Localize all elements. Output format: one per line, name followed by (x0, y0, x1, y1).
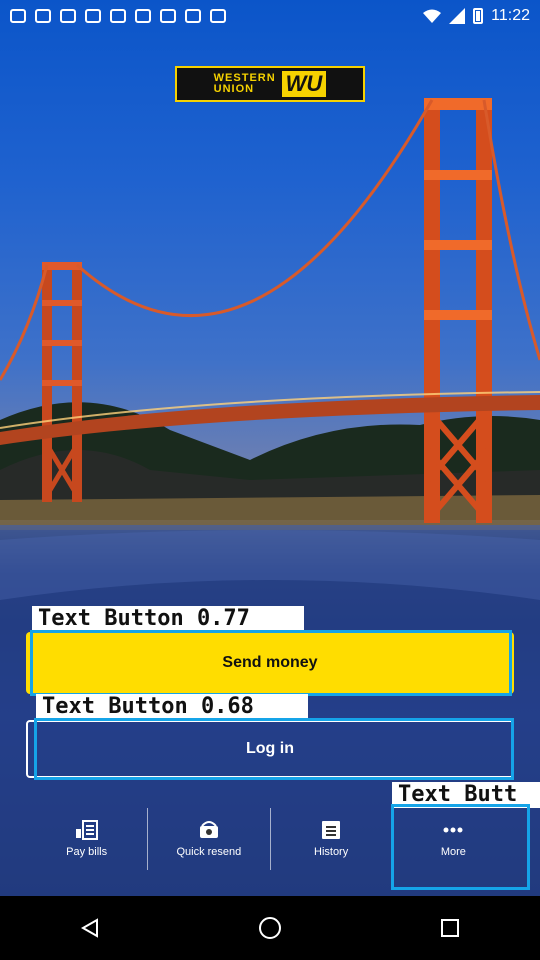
annotation-label: Text Butt (392, 782, 540, 808)
more-icon (441, 820, 465, 840)
western-union-logo: WESTERN UNION WU (175, 66, 365, 102)
home-button[interactable] (250, 908, 290, 948)
logo-mark: WU (281, 71, 327, 97)
annotation-label: Text Button 0.77 (32, 606, 304, 632)
app-icon (110, 9, 126, 23)
back-icon (80, 918, 98, 938)
send-money-label: Send money (222, 654, 318, 671)
logo-line2: UNION (213, 83, 255, 95)
bottom-tabs: Pay bills Quick resend History More (26, 808, 514, 870)
app-icon (60, 9, 76, 23)
app-icon (35, 9, 51, 23)
wifi-icon (423, 9, 442, 23)
resend-icon (197, 820, 221, 840)
tab-pay-bills[interactable]: Pay bills (26, 808, 149, 870)
app-icon (210, 9, 226, 23)
app-icon (135, 9, 151, 23)
tab-history[interactable]: History (271, 808, 393, 870)
send-money-button[interactable]: Send money (26, 632, 514, 694)
tab-quick-resend[interactable]: Quick resend (148, 808, 271, 870)
app-icon (160, 9, 176, 23)
battery-icon (473, 8, 484, 24)
status-time: 11:22 (491, 7, 530, 24)
tab-label: Pay bills (66, 846, 108, 858)
status-bar: 11:22 (0, 0, 540, 32)
app-icon (85, 9, 101, 23)
annotation-label: Text Button 0.68 (36, 694, 308, 720)
recents-button[interactable] (430, 908, 470, 948)
bills-icon (75, 820, 99, 840)
tab-more[interactable]: More (393, 808, 514, 870)
home-icon (259, 917, 281, 939)
recents-icon (441, 919, 459, 937)
tab-label: History (314, 846, 349, 858)
tab-label: Quick resend (176, 846, 242, 858)
notification-icons (10, 9, 226, 23)
signal-icon (449, 8, 466, 24)
app-icon (185, 9, 201, 23)
app-icon (10, 9, 26, 23)
system-nav-bar (0, 896, 540, 960)
log-in-button[interactable]: Log in (26, 720, 514, 778)
history-icon (319, 820, 343, 840)
back-button[interactable] (70, 908, 110, 948)
log-in-label: Log in (246, 740, 294, 757)
tab-label: More (440, 846, 466, 858)
